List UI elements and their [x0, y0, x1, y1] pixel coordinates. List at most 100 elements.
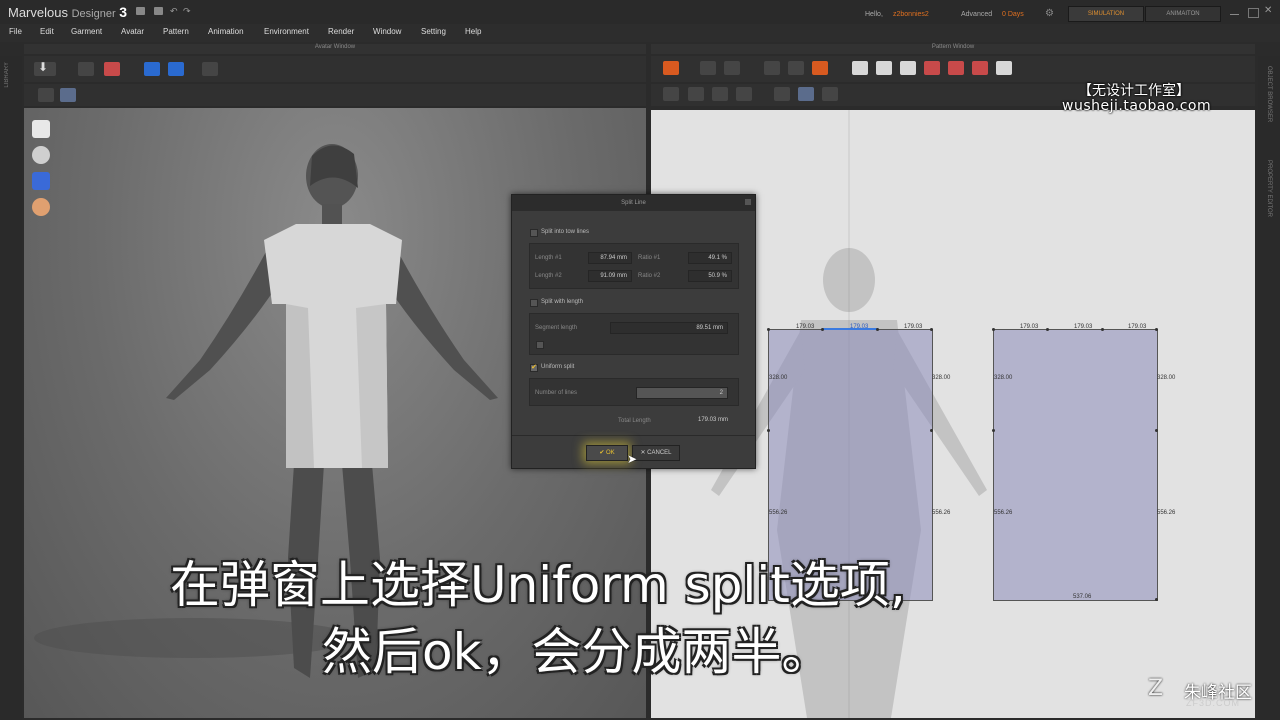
- minimize-icon[interactable]: [1230, 14, 1239, 15]
- ratio2-field[interactable]: 50.9 %: [688, 270, 732, 282]
- dialog-close-icon[interactable]: [745, 199, 751, 205]
- ok-button[interactable]: ✔ OK: [586, 445, 628, 461]
- transform-icon[interactable]: [724, 61, 740, 75]
- number-of-lines-label: Number of lines: [535, 390, 578, 396]
- select-mesh-icon[interactable]: [38, 88, 54, 102]
- object-browser-tab[interactable]: OBJECT BROWSER: [1266, 66, 1272, 122]
- pattern-window-title: Pattern Window: [651, 44, 1255, 54]
- corner-logo-site: ZF3D.COM: [1186, 698, 1240, 708]
- edit-pattern-icon[interactable]: [700, 61, 716, 75]
- app-title-sub: Designer: [71, 8, 116, 20]
- menu-pattern[interactable]: Pattern: [163, 27, 189, 36]
- dart-icon[interactable]: [996, 61, 1012, 75]
- close-icon[interactable]: ✕: [1264, 5, 1272, 16]
- split-length-label: Split with length: [541, 299, 584, 305]
- ratio1-field[interactable]: 49.1 %: [688, 252, 732, 264]
- segment-option-checkbox[interactable]: [536, 341, 544, 349]
- avatar-icon[interactable]: [32, 146, 50, 164]
- vertex-point[interactable]: [1155, 598, 1158, 601]
- tack-tool-icon[interactable]: [168, 62, 184, 76]
- menu-help[interactable]: Help: [465, 27, 481, 36]
- vertex-point[interactable]: [821, 328, 824, 331]
- animation-tab[interactable]: ANIMAITON: [1145, 6, 1221, 22]
- shirt-tool-icon[interactable]: [144, 62, 160, 76]
- property-editor-tab[interactable]: PROPERTY EDITOR: [1266, 160, 1272, 217]
- segment-length-label: Segment length: [535, 325, 578, 331]
- undo-icon[interactable]: ↶: [170, 6, 178, 17]
- vertex-point[interactable]: [992, 328, 995, 331]
- menu-window[interactable]: Window: [373, 27, 401, 36]
- vertex-point[interactable]: [1155, 429, 1158, 432]
- menu-avatar[interactable]: Avatar: [121, 27, 144, 36]
- total-length-label: Total Length: [618, 418, 651, 424]
- circle-icon[interactable]: [900, 61, 916, 75]
- menu-render[interactable]: Render: [328, 27, 354, 36]
- select-tool-icon[interactable]: [78, 62, 94, 76]
- vertex-point[interactable]: [767, 328, 770, 331]
- segment-sew-icon[interactable]: [663, 87, 679, 101]
- internal-rect-icon[interactable]: [948, 61, 964, 75]
- bottom-length-label: 537.06: [1073, 594, 1092, 600]
- menu-setting[interactable]: Setting: [421, 27, 446, 36]
- length2-field[interactable]: 91.09 mm: [588, 270, 632, 282]
- fabric-icon[interactable]: [32, 172, 50, 190]
- grain-icon[interactable]: [822, 87, 838, 101]
- maximize-icon[interactable]: [1248, 8, 1259, 18]
- split-two-checkbox[interactable]: [530, 229, 538, 237]
- menu-animation[interactable]: Animation: [208, 27, 244, 36]
- menu-garment[interactable]: Garment: [71, 27, 102, 36]
- cancel-button[interactable]: ✕ CANCEL: [632, 445, 680, 461]
- side-length-label: 556.26: [1157, 510, 1176, 516]
- menu-file[interactable]: File: [9, 27, 22, 36]
- uniform-split-checkbox[interactable]: ✔: [530, 364, 538, 372]
- watermark-url: wusheji.taobao.com: [1062, 98, 1212, 114]
- internal-polygon-icon[interactable]: [924, 61, 940, 75]
- gear-icon[interactable]: ⚙: [1045, 8, 1054, 19]
- open-icon[interactable]: [154, 7, 163, 15]
- sew-check-icon[interactable]: [712, 87, 728, 101]
- down-arrow-icon: ⬇: [38, 60, 49, 74]
- length1-field[interactable]: 87.94 mm: [588, 252, 632, 264]
- vertex-point[interactable]: [930, 429, 933, 432]
- menu-environment[interactable]: Environment: [264, 27, 309, 36]
- measure-tool-icon[interactable]: [202, 62, 218, 76]
- internal-circle-icon[interactable]: [972, 61, 988, 75]
- save-icon[interactable]: [136, 7, 145, 15]
- rectangle-icon[interactable]: [876, 61, 892, 75]
- vertex-point[interactable]: [992, 429, 995, 432]
- redo-icon[interactable]: ↷: [183, 6, 191, 17]
- vertex-point[interactable]: [1046, 328, 1049, 331]
- vertex-point[interactable]: [876, 328, 879, 331]
- vertex-point[interactable]: [930, 328, 933, 331]
- right-strip: [1258, 56, 1280, 720]
- free-sew-icon[interactable]: [688, 87, 704, 101]
- mode-label: Advanced: [961, 11, 993, 18]
- vertex-point[interactable]: [1101, 328, 1104, 331]
- username-label[interactable]: z2bonnies2: [893, 11, 929, 18]
- number-of-lines-field[interactable]: 2: [636, 387, 728, 399]
- watermark-studio: 【无设计工作室】: [1078, 83, 1190, 99]
- polygon-icon[interactable]: [852, 61, 868, 75]
- garment-icon[interactable]: [32, 120, 50, 138]
- select-pattern-icon[interactable]: [774, 87, 790, 101]
- edit-curvature-icon[interactable]: [812, 61, 828, 75]
- refresh-icon[interactable]: [663, 61, 679, 75]
- library-tab[interactable]: LIBRARY: [4, 62, 10, 88]
- skin-icon[interactable]: [32, 198, 50, 216]
- vertex-point[interactable]: [767, 429, 770, 432]
- subtitle-line-1: 在弹窗上选择Uniform split选项,: [170, 556, 906, 614]
- curve-point-icon[interactable]: [764, 61, 780, 75]
- ratio2-label: Ratio #2: [638, 273, 661, 279]
- pattern-panel-right[interactable]: [993, 329, 1158, 601]
- pin-tool-icon[interactable]: [104, 62, 120, 76]
- menu-edit[interactable]: Edit: [40, 27, 54, 36]
- fit-icon[interactable]: [60, 88, 76, 102]
- vertex-point[interactable]: [1155, 328, 1158, 331]
- sew-pin-icon[interactable]: [736, 87, 752, 101]
- split-length-checkbox[interactable]: [530, 299, 538, 307]
- simulation-tab[interactable]: SIMULATION: [1068, 6, 1144, 22]
- texture-icon[interactable]: [798, 87, 814, 101]
- segment-length-field[interactable]: 89.51 mm: [610, 322, 728, 334]
- add-point-icon[interactable]: [788, 61, 804, 75]
- segment-length-label: 179.03: [1128, 324, 1147, 330]
